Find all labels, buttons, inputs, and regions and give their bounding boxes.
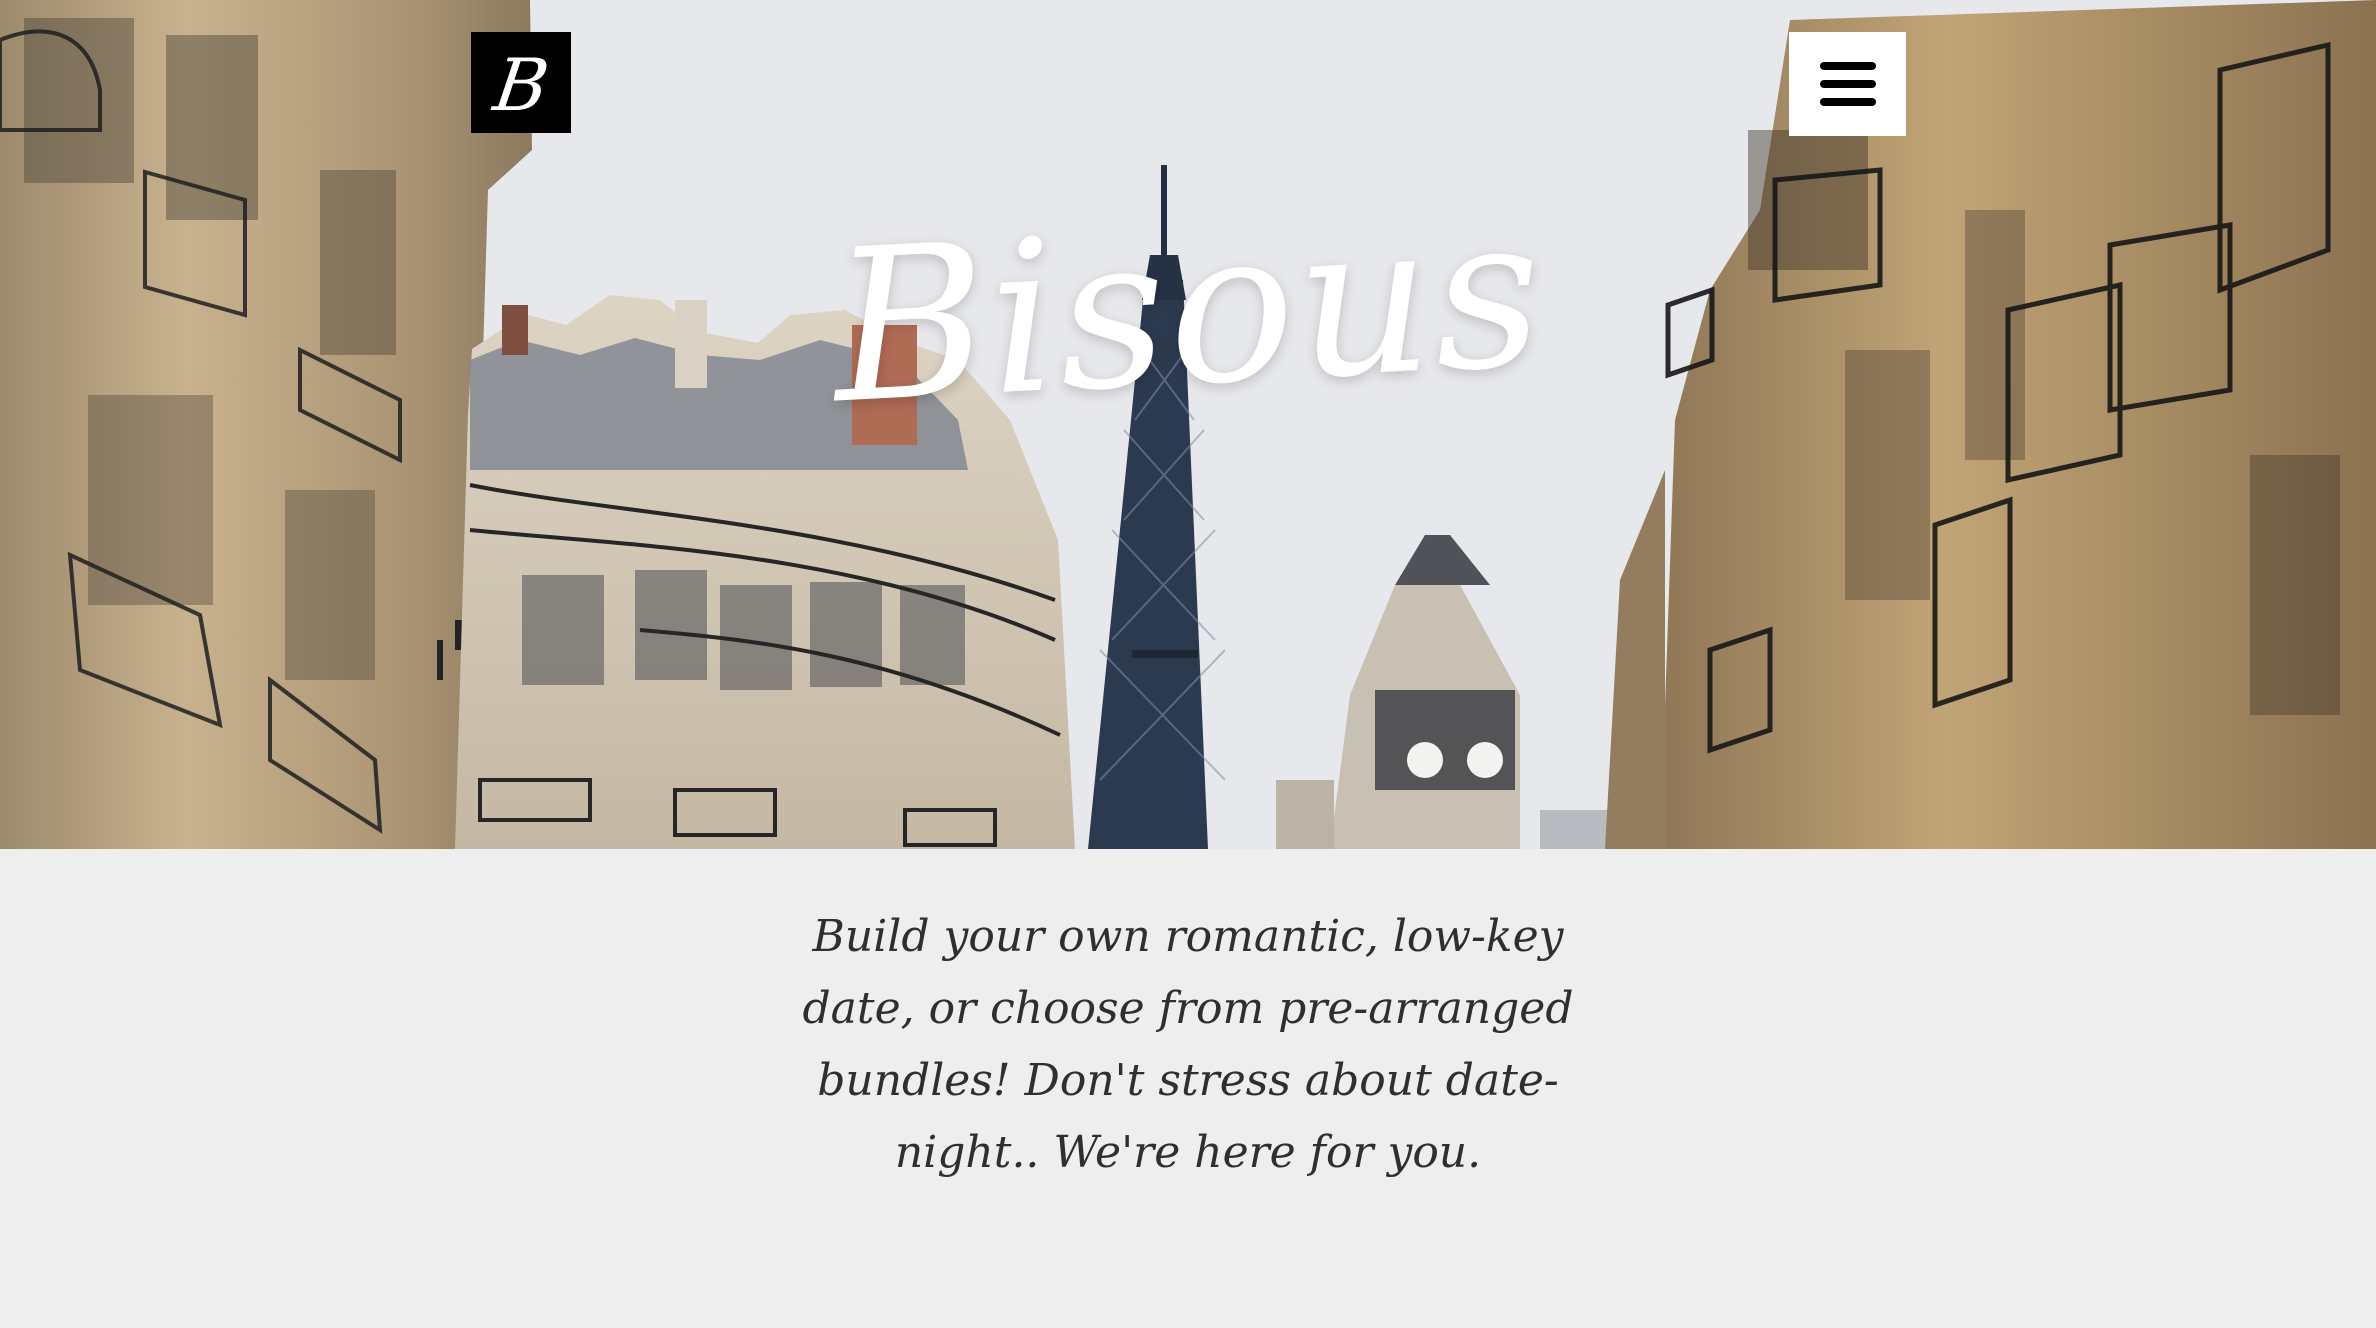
menu-line-top	[1819, 62, 1876, 70]
menu-line-bottom	[1819, 98, 1876, 106]
page: B Bisous Build your own romantic, low-ke…	[0, 0, 2376, 1328]
menu-button[interactable]	[1789, 32, 1906, 136]
logo-mark: B	[488, 42, 554, 127]
tagline-text: Build your own romantic, low-key date, o…	[802, 911, 1574, 1178]
menu-line-middle	[1819, 80, 1876, 88]
hero-banner: B Bisous	[0, 0, 2376, 849]
logo-button[interactable]: B	[471, 32, 571, 133]
left-building	[0, 0, 532, 849]
intro-section: Build your own romantic, low-key date, o…	[0, 849, 2376, 1328]
site-title: Bisous	[826, 168, 1550, 451]
hamburger-menu-icon	[1819, 62, 1876, 106]
